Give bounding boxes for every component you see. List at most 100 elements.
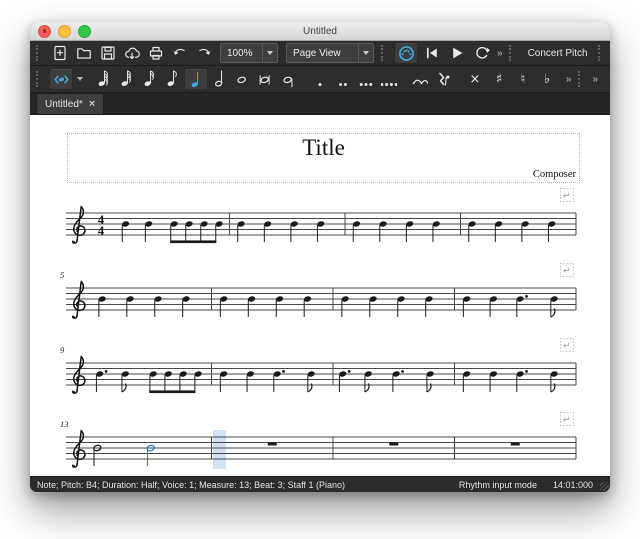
note[interactable] <box>263 220 272 242</box>
loop-playback-button[interactable] <box>471 43 493 63</box>
note[interactable] <box>273 370 285 392</box>
note[interactable] <box>364 370 373 392</box>
score-system-3[interactable]: 9↵ <box>60 337 582 401</box>
note[interactable] <box>182 295 191 317</box>
whole-note-button[interactable] <box>232 68 254 88</box>
3-dots-button[interactable] <box>355 69 377 89</box>
print-button[interactable] <box>145 43 167 63</box>
toolbar-drag-handle[interactable] <box>381 45 388 61</box>
note[interactable] <box>489 370 498 392</box>
toolbar-overflow-icon[interactable]: » <box>495 48 505 59</box>
note[interactable] <box>550 370 559 392</box>
midi-input-button[interactable] <box>394 42 418 64</box>
toolbar-drag-handle[interactable] <box>36 45 43 61</box>
note[interactable] <box>121 370 130 392</box>
note[interactable] <box>397 295 406 317</box>
2-dots-button[interactable] <box>332 69 354 89</box>
longa-button[interactable] <box>278 68 300 88</box>
zoom-window-button[interactable] <box>78 25 91 38</box>
eighth-note-button[interactable] <box>161 68 183 88</box>
new-score-button[interactable] <box>49 43 71 63</box>
score-system-4[interactable]: 13↵ <box>60 411 582 475</box>
note[interactable] <box>95 370 107 392</box>
note[interactable] <box>144 220 153 242</box>
4-dots-button[interactable] <box>378 69 400 89</box>
toolbar-overflow-icon[interactable]: » <box>564 74 574 85</box>
rest-button[interactable] <box>433 69 455 89</box>
note[interactable] <box>425 295 434 317</box>
note[interactable] <box>307 370 316 392</box>
close-button[interactable] <box>38 25 51 38</box>
toolbar-drag-handle[interactable] <box>36 71 43 87</box>
score-system-1[interactable]: ↵44 <box>60 187 582 251</box>
note[interactable] <box>154 295 163 317</box>
note[interactable] <box>516 370 528 392</box>
rewind-button[interactable] <box>421 43 443 63</box>
note[interactable] <box>369 295 378 317</box>
note[interactable] <box>121 220 130 242</box>
note[interactable] <box>303 295 312 317</box>
note-input-dropdown-icon[interactable] <box>75 69 85 89</box>
play-button[interactable] <box>446 43 468 63</box>
line-break-icon[interactable]: ↵ <box>561 264 574 277</box>
note[interactable] <box>246 370 255 392</box>
save-score-button[interactable] <box>97 43 119 63</box>
quarter-note-button[interactable] <box>184 68 208 90</box>
note[interactable] <box>489 295 498 317</box>
tie-button[interactable] <box>409 69 431 89</box>
score-composer[interactable]: Composer <box>533 169 576 180</box>
note[interactable] <box>379 220 388 242</box>
note[interactable] <box>521 220 530 242</box>
1-dot-button[interactable] <box>309 69 331 89</box>
concert-pitch-button[interactable]: Concert Pitch <box>522 48 594 59</box>
double-whole-note-button[interactable] <box>255 68 277 88</box>
toolbar-overflow-icon[interactable]: » <box>591 74 601 85</box>
note[interactable] <box>219 370 228 392</box>
zoom-select[interactable]: 100% <box>220 43 278 63</box>
note[interactable] <box>468 220 477 242</box>
note[interactable] <box>432 220 441 242</box>
line-break-icon[interactable]: ↵ <box>561 413 574 426</box>
note[interactable] <box>550 295 559 317</box>
note[interactable] <box>462 370 471 392</box>
note[interactable] <box>392 370 404 392</box>
note[interactable] <box>494 220 503 242</box>
resize-grip[interactable] <box>600 482 609 491</box>
score-canvas[interactable]: Title Composer ↵44 5↵ 9↵ 13↵ <box>30 115 610 476</box>
note[interactable] <box>341 295 350 317</box>
note[interactable] <box>547 220 556 242</box>
note[interactable] <box>275 295 284 317</box>
whole-rest[interactable] <box>268 443 277 446</box>
16th-note-button[interactable] <box>138 68 160 88</box>
note[interactable] <box>237 220 246 242</box>
note[interactable] <box>219 295 228 317</box>
score-system-2[interactable]: 5↵ <box>60 262 582 326</box>
flat-button[interactable]: ♭ <box>536 69 558 89</box>
note[interactable] <box>352 220 361 242</box>
note[interactable] <box>516 295 528 317</box>
note[interactable] <box>426 370 435 392</box>
double-sharp-button[interactable]: × <box>464 69 486 89</box>
note[interactable] <box>462 295 471 317</box>
minimize-button[interactable] <box>58 25 71 38</box>
score-title[interactable]: Title <box>68 135 579 161</box>
natural-button[interactable]: ♮ <box>512 69 534 89</box>
view-mode-select[interactable]: Page View <box>286 43 374 63</box>
note-input-button[interactable] <box>49 68 73 90</box>
32nd-note-button[interactable] <box>115 68 137 88</box>
note[interactable] <box>316 220 325 242</box>
note[interactable] <box>338 370 350 392</box>
note[interactable] <box>98 295 107 317</box>
64th-note-button[interactable] <box>92 68 114 88</box>
half-note-button[interactable] <box>209 68 231 88</box>
titlebar[interactable]: Untitled <box>30 22 610 41</box>
note[interactable] <box>405 220 414 242</box>
sharp-button[interactable]: ♯ <box>488 69 510 89</box>
toolbar-drag-handle[interactable] <box>509 45 516 61</box>
whole-rest[interactable] <box>389 443 398 446</box>
note[interactable] <box>126 295 135 317</box>
whole-rest[interactable] <box>511 443 520 446</box>
tab-untitled[interactable]: Untitled* × <box>36 93 104 114</box>
tab-close-icon[interactable]: × <box>89 99 95 110</box>
toolbar-drag-handle[interactable] <box>598 45 605 61</box>
